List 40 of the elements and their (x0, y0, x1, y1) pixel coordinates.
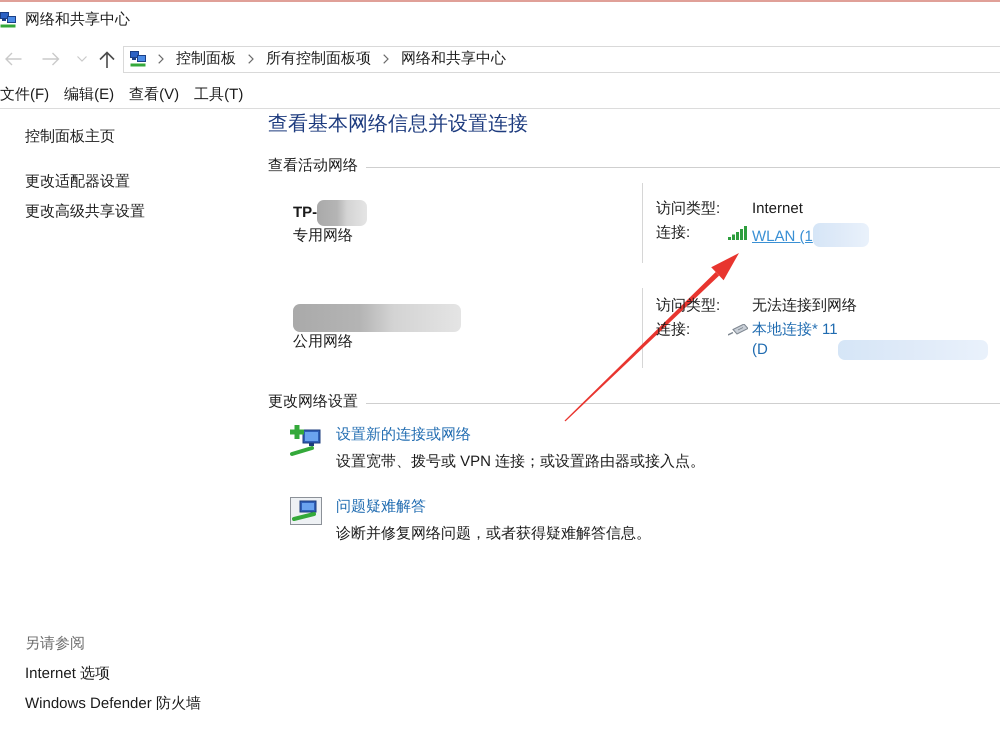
sidebar-link[interactable]: 控制面板主页 (25, 127, 115, 147)
network-name: TP- (293, 203, 318, 223)
breadcrumb-link[interactable]: 控制面板 (176, 49, 236, 69)
monitor-plus-icon (290, 425, 322, 457)
network-monitors-icon (130, 51, 146, 67)
chevron-right-icon[interactable] (383, 54, 389, 64)
chevron-right-icon[interactable] (158, 54, 164, 64)
action-description: 诊断并修复网络问题，或者获得疑难解答信息。 (336, 524, 651, 544)
network-category: 专用网络 (293, 226, 353, 246)
menu-item[interactable]: 编辑(E) (64, 85, 114, 105)
field-value: 无法连接到网络 (752, 296, 857, 316)
page-heading: 查看基本网络信息并设置连接 (268, 112, 528, 137)
chevron-right-icon[interactable] (248, 54, 254, 64)
section-heading: 查看活动网络 (268, 156, 358, 176)
field-label: 访问类型: (656, 199, 720, 219)
action-link[interactable]: 设置新的连接或网络 (336, 425, 471, 445)
window-title: 网络和共享中心 (25, 10, 130, 30)
action-description: 设置宽带、拨号或 VPN 连接；或设置路由器或接入点。 (336, 452, 706, 472)
sidebar-link[interactable]: 更改高级共享设置 (25, 202, 145, 222)
action-link[interactable]: 问题疑难解答 (336, 497, 426, 517)
network-monitors-icon (0, 12, 16, 28)
field-value: Internet (752, 199, 803, 219)
field-label: 连接: (656, 223, 690, 243)
menu-item[interactable]: 查看(V) (129, 85, 180, 105)
breadcrumb-link[interactable]: 所有控制面板项 (266, 49, 371, 69)
menu-item[interactable]: 工具(T) (194, 85, 244, 105)
sidebar-link[interactable]: Windows Defender 防火墙 (25, 694, 201, 714)
see-also-heading: 另请参阅 (25, 634, 85, 654)
address-bar[interactable]: 控制面板 所有控制面板项 网络和共享中心 (123, 46, 1000, 72)
monitor-frame-icon (290, 497, 322, 525)
signal-bars-icon (728, 226, 748, 240)
sidebar-link[interactable]: 更改适配器设置 (25, 172, 130, 192)
cable-plug-icon (728, 324, 748, 336)
breadcrumb-link[interactable]: 网络和共享中心 (401, 49, 506, 69)
sidebar-link[interactable]: Internet 选项 (25, 664, 110, 684)
up-arrow-icon[interactable] (99, 50, 115, 68)
connection-link[interactable]: 本地连接* 11 (D (752, 320, 838, 360)
section-heading: 更改网络设置 (268, 392, 358, 412)
menu-item[interactable]: 文件(F) (0, 85, 50, 105)
network-category: 公用网络 (293, 332, 353, 352)
